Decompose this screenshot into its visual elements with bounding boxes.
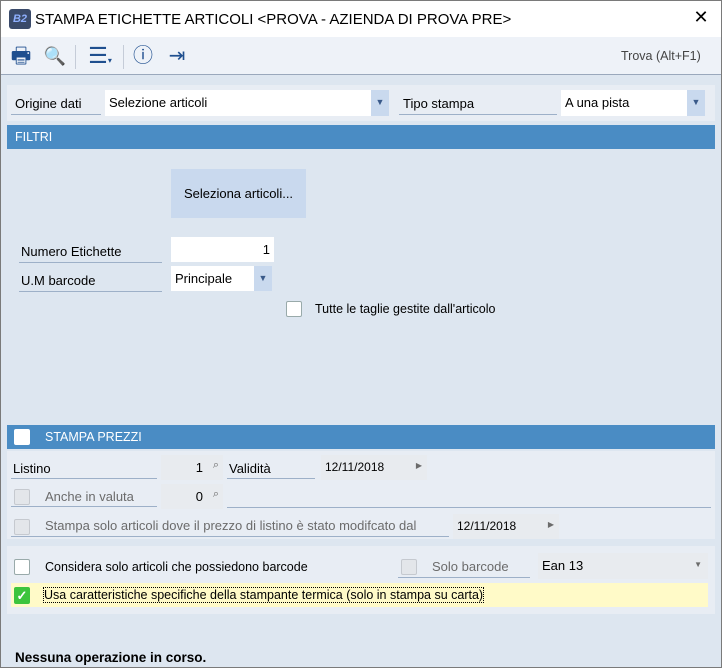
search-icon[interactable]: ⌕ xyxy=(213,459,219,472)
printer-icon[interactable]: 🖶 xyxy=(7,43,35,69)
tipo-select[interactable]: A una pista xyxy=(561,90,687,116)
taglie-label: Tutte le taglie gestite dall'articolo xyxy=(315,302,496,316)
modificato-input[interactable]: 12/11/2018 ▶ xyxy=(453,514,559,539)
validita-input[interactable]: 12/11/2018 ▶ xyxy=(321,455,427,480)
tipo-label: Tipo stampa xyxy=(399,93,557,115)
find-button[interactable]: Trova (Alt+F1) xyxy=(621,49,701,63)
taglie-checkbox[interactable] xyxy=(286,301,302,317)
filtri-header: FILTRI xyxy=(7,125,715,149)
listino-value: 1 xyxy=(195,460,203,475)
um-barcode-label: U.M barcode xyxy=(19,270,162,292)
barcode-checkbox[interactable] xyxy=(14,559,30,575)
app-logo-icon: B2 xyxy=(9,9,31,29)
search-icon[interactable]: ⌕ xyxy=(213,488,219,501)
prezzi-header: STAMPA PREZZI xyxy=(7,425,715,449)
solo-barcode-label: Solo barcode xyxy=(398,557,530,578)
chevron-down-icon[interactable]: ▼ xyxy=(694,560,702,569)
validita-value: 12/11/2018 xyxy=(325,460,385,474)
chevron-down-icon[interactable]: ▼ xyxy=(687,90,705,116)
chevron-down-icon[interactable]: ▼ xyxy=(371,90,389,116)
listino-input[interactable]: 1 ⌕ xyxy=(161,455,223,480)
barcode-type-select[interactable]: Ean 13 ▼ xyxy=(538,553,708,579)
modificato-value: 12/11/2018 xyxy=(457,519,517,533)
menu-icon[interactable]: ☰▾ xyxy=(81,43,119,69)
origine-label: Origine dati xyxy=(11,93,101,115)
seleziona-articoli-button[interactable]: Seleziona articoli... xyxy=(171,169,306,218)
termica-checkbox[interactable]: ✓ xyxy=(14,587,30,604)
divider xyxy=(227,507,711,508)
num-etichette-label: Numero Etichette xyxy=(19,241,162,263)
separator xyxy=(75,45,76,69)
window-title: STAMPA ETICHETTE ARTICOLI <PROVA - AZIEN… xyxy=(35,11,512,28)
separator xyxy=(123,45,124,69)
print-preview-icon[interactable]: 🔍 xyxy=(41,43,69,69)
status-text: Nessuna operazione in corso. xyxy=(15,650,207,665)
title-bar: B2 STAMPA ETICHETTE ARTICOLI <PROVA - AZ… xyxy=(1,1,721,37)
toolbar: 🖶 🔍 ☰▾ ⓘ ⇥ Trova (Alt+F1) xyxy=(1,37,721,75)
chevron-right-icon[interactable]: ▶ xyxy=(548,520,554,529)
listino-label: Listino xyxy=(11,459,157,479)
valuta-label: Anche in valuta xyxy=(11,487,157,507)
help-icon[interactable]: ⓘ xyxy=(129,43,157,69)
stampa-prezzi-checkbox[interactable] xyxy=(14,429,30,445)
origine-select[interactable]: Selezione articoli xyxy=(105,90,371,116)
valuta-value: 0 xyxy=(195,489,203,504)
exit-icon[interactable]: ⇥ xyxy=(163,43,191,69)
barcode-label: Considera solo articoli che possiedono b… xyxy=(45,560,308,574)
valuta-input[interactable]: 0 ⌕ xyxy=(161,484,223,509)
num-etichette-input[interactable]: 1 xyxy=(171,237,274,262)
validita-label: Validità xyxy=(227,459,315,479)
barcode-type-value: Ean 13 xyxy=(542,558,584,573)
termica-label: Usa caratteristiche specifiche della sta… xyxy=(42,587,485,603)
chevron-right-icon[interactable]: ▶ xyxy=(416,461,422,470)
chevron-down-icon[interactable]: ▼ xyxy=(254,266,272,291)
um-barcode-select[interactable]: Principale xyxy=(171,266,254,291)
modificato-label: Stampa solo articoli dove il prezzo di l… xyxy=(11,516,449,537)
close-button[interactable]: ✕ xyxy=(689,7,713,28)
